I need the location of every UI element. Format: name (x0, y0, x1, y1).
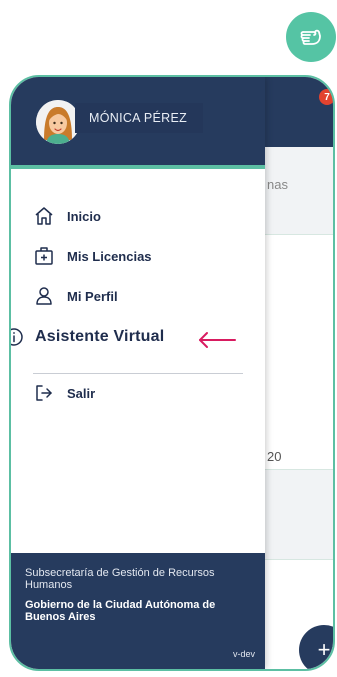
logout-button[interactable]: Salir (33, 382, 95, 404)
drawer-header: MÓNICA PÉREZ (11, 77, 265, 169)
phone-frame: 7 nas 20 + MÓNICA PÉREZ Inicio Mis Licen… (9, 75, 335, 671)
tap-hint-icon (286, 12, 336, 62)
footer-subsecretaria: Subsecretaría de Gestión de Recursos Hum… (25, 567, 215, 591)
user-icon (33, 285, 55, 307)
menu-item-asistente-virtual[interactable]: Asistente Virtual (11, 326, 165, 348)
menu-item-label: Salir (67, 385, 96, 401)
background-card[interactable] (261, 234, 333, 470)
menu-item-label: Inicio (67, 208, 101, 224)
notification-badge[interactable]: 7 (319, 89, 333, 105)
footer-gobierno: Gobierno de la Ciudad Autónoma de Buenos… (25, 599, 216, 623)
menu-item-label: Asistente Virtual (35, 328, 165, 345)
navigation-drawer: MÓNICA PÉREZ Inicio Mis Licencias Mi Per… (11, 77, 265, 669)
info-icon (11, 326, 25, 348)
menu-item-label: Mi Perfil (67, 288, 118, 304)
background-text: nas (267, 177, 288, 192)
menu-item-mi-perfil[interactable]: Mi Perfil (33, 285, 118, 307)
menu-item-label: Mis Licencias (67, 248, 152, 264)
medical-case-icon (33, 245, 55, 267)
divider (33, 373, 243, 374)
app-version: v-dev (232, 649, 255, 659)
menu-item-inicio[interactable]: Inicio (33, 205, 101, 227)
arrow-left-icon (197, 329, 237, 356)
menu-item-mis-licencias[interactable]: Mis Licencias (33, 245, 152, 267)
logout-icon (33, 382, 55, 404)
avatar[interactable] (36, 100, 80, 144)
user-name: MÓNICA PÉREZ (75, 103, 203, 133)
home-icon (33, 205, 55, 227)
drawer-footer: Subsecretaría de Gestión de Recursos Hum… (11, 553, 265, 669)
background-card-value: 20 (267, 449, 282, 464)
